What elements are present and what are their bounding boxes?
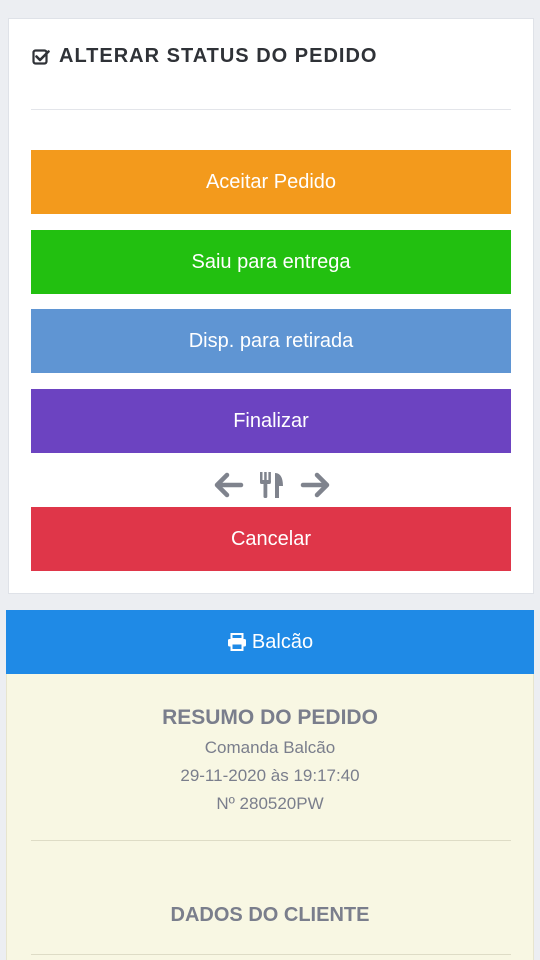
arrow-right-icon[interactable] bbox=[300, 470, 330, 500]
order-datetime: 29-11-2020 às 19:17:40 bbox=[180, 766, 360, 785]
arrow-left-icon[interactable] bbox=[214, 470, 244, 500]
divider bbox=[31, 954, 511, 955]
print-icon bbox=[227, 633, 247, 651]
utensils-icon bbox=[257, 470, 287, 500]
order-type: Comanda Balcão bbox=[204, 738, 336, 757]
status-card: ALTERAR STATUS DO PEDIDO Aceitar Pedido … bbox=[8, 18, 534, 594]
ready-for-pickup-button[interactable]: Disp. para retirada bbox=[31, 309, 511, 373]
print-bar-label: Balcão bbox=[251, 630, 314, 653]
status-card-title: ALTERAR STATUS DO PEDIDO bbox=[32, 45, 377, 68]
client-section-title: DADOS DO CLIENTE bbox=[170, 904, 370, 926]
divider bbox=[31, 840, 511, 841]
order-number: Nº 280520PW bbox=[216, 794, 324, 813]
out-for-delivery-button[interactable]: Saiu para entrega bbox=[31, 230, 511, 294]
accept-order-button[interactable]: Aceitar Pedido bbox=[31, 150, 511, 214]
status-card-title-text: ALTERAR STATUS DO PEDIDO bbox=[59, 45, 378, 67]
check-square-icon bbox=[32, 48, 50, 66]
finish-order-button[interactable]: Finalizar bbox=[31, 389, 511, 453]
cancel-order-button[interactable]: Cancelar bbox=[31, 507, 511, 571]
print-counter-button[interactable]: Balcão bbox=[6, 610, 534, 674]
summary-title: RESUMO DO PEDIDO bbox=[162, 706, 378, 729]
status-nav-row bbox=[214, 468, 330, 502]
order-summary: RESUMO DO PEDIDO Comanda Balcão 29-11-20… bbox=[6, 674, 534, 960]
divider bbox=[31, 109, 511, 110]
